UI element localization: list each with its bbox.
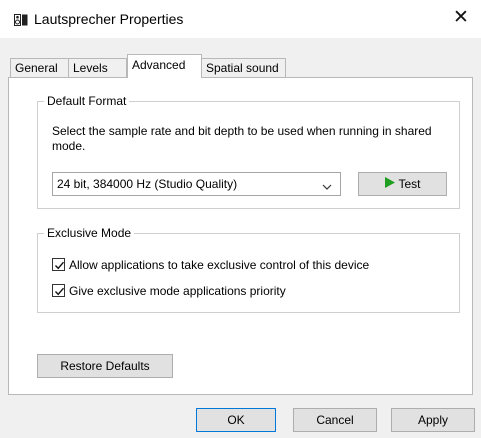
tab-advanced[interactable]: Advanced bbox=[127, 54, 202, 78]
checkbox-box[interactable] bbox=[52, 258, 65, 271]
ok-button[interactable]: OK bbox=[196, 408, 276, 432]
test-button-label: Test bbox=[398, 177, 421, 191]
tab-spatial-sound[interactable]: Spatial sound bbox=[201, 58, 286, 77]
sample-rate-select[interactable]: 24 bit, 384000 Hz (Studio Quality) bbox=[52, 172, 341, 196]
speaker-icon bbox=[14, 14, 28, 26]
checkbox-box[interactable] bbox=[52, 284, 65, 297]
tab-panel: Default Format Select the sample rate an… bbox=[8, 77, 473, 395]
checkmark-icon bbox=[54, 261, 65, 270]
allow-exclusive-label: Allow applications to take exclusive con… bbox=[69, 258, 370, 272]
tab-general[interactable]: General bbox=[10, 58, 69, 77]
close-icon[interactable]: ✕ bbox=[441, 0, 481, 38]
cancel-button[interactable]: Cancel bbox=[293, 408, 377, 432]
checkmark-icon bbox=[54, 287, 65, 296]
test-button[interactable]: Test bbox=[358, 172, 447, 196]
chevron-down-icon bbox=[322, 180, 332, 190]
tab-levels[interactable]: Levels bbox=[68, 58, 127, 77]
exclusive-mode-legend: Exclusive Mode bbox=[44, 226, 135, 240]
window-title: Lautsprecher Properties bbox=[34, 11, 184, 27]
play-icon bbox=[384, 173, 396, 195]
exclusive-priority-label: Give exclusive mode applications priorit… bbox=[69, 284, 286, 298]
exclusive-mode-group: Exclusive Mode Allow applications to tak… bbox=[37, 226, 460, 313]
restore-defaults-button[interactable]: Restore Defaults bbox=[37, 354, 173, 378]
title-bar: Lautsprecher Properties ✕ bbox=[0, 0, 481, 38]
default-format-legend: Default Format bbox=[44, 94, 130, 108]
sample-rate-value: 24 bit, 384000 Hz (Studio Quality) bbox=[57, 177, 238, 191]
default-format-description: Select the sample rate and bit depth to … bbox=[52, 124, 432, 153]
default-format-group: Default Format Select the sample rate an… bbox=[37, 94, 460, 209]
apply-button[interactable]: Apply bbox=[391, 408, 475, 432]
